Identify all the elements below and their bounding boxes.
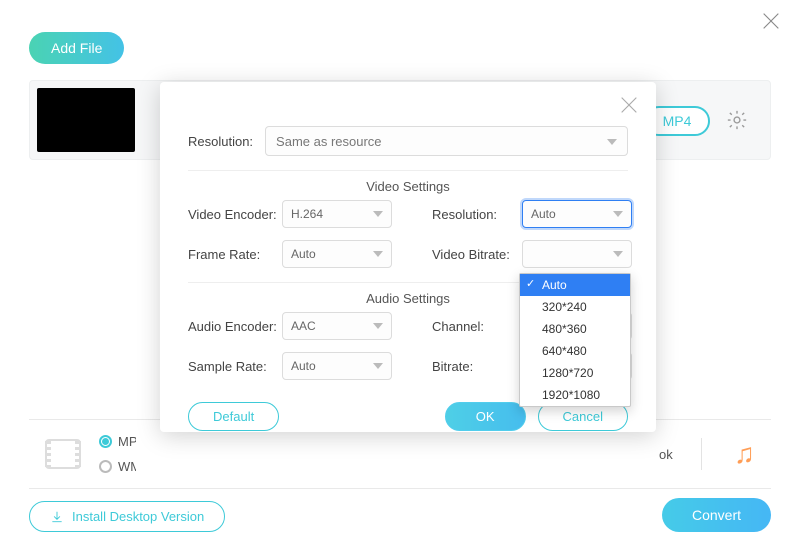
radio-mp4[interactable]: MP4 [99,434,136,449]
app-close-icon[interactable] [760,10,782,32]
frame-rate-select[interactable]: Auto [282,240,392,268]
frame-rate-label: Frame Rate: [188,247,282,262]
top-resolution-label: Resolution: [188,134,253,149]
top-resolution-value: Same as resource [276,134,382,149]
film-icon [45,439,81,469]
video-encoder-select[interactable]: H.264 [282,200,392,228]
video-bitrate-label: Video Bitrate: [432,247,522,262]
radio-dot-off-icon [99,460,112,473]
gear-icon[interactable] [726,109,748,131]
download-icon [50,510,64,524]
frame-rate-value: Auto [291,247,316,261]
resolution-option-640-480[interactable]: 640*480 [520,340,630,362]
bitrate-label: Bitrate: [432,359,522,374]
resolution-label: Resolution: [432,207,522,222]
music-icon[interactable]: ♫ [701,438,761,470]
ok-suffix-text: ok [659,447,681,462]
modal-close-icon[interactable] [618,94,640,116]
radio-wmv[interactable]: WMV [99,459,136,474]
resolution-value: Auto [531,207,556,221]
radio-label: MP4 [118,434,136,449]
audio-encoder-select[interactable]: AAC [282,312,392,340]
sample-rate-label: Sample Rate: [188,359,282,374]
chevron-down-icon [613,211,623,217]
format-radio-group: MP4 WMV [99,434,136,474]
resolution-option-1920-1080[interactable]: 1920*1080 [520,384,630,406]
sample-rate-value: Auto [291,359,316,373]
ok-button[interactable]: OK [445,402,526,431]
chevron-down-icon [613,251,623,257]
resolution-option-480-360[interactable]: 480*360 [520,318,630,340]
video-settings-title: Video Settings [188,170,628,194]
radio-dot-on-icon [99,435,112,448]
channel-label: Channel: [432,319,522,334]
sample-rate-select[interactable]: Auto [282,352,392,380]
chevron-down-icon [373,211,383,217]
top-resolution-select[interactable]: Same as resource [265,126,628,156]
chevron-down-icon [373,323,383,329]
convert-button[interactable]: Convert [662,498,771,532]
chevron-down-icon [607,139,617,145]
audio-encoder-value: AAC [291,319,316,333]
video-encoder-value: H.264 [291,207,323,221]
video-encoder-label: Video Encoder: [188,207,282,222]
settings-modal: Resolution: Same as resource Video Setti… [160,82,656,432]
install-label: Install Desktop Version [72,509,204,524]
chevron-down-icon [373,363,383,369]
app-window: Add File MP4 MP4 WMV ok ♫ Install De [0,0,800,544]
chevron-down-icon [373,251,383,257]
add-file-button[interactable]: Add File [29,32,124,64]
resolution-dropdown[interactable]: Auto 320*240 480*360 640*480 1280*720 19… [519,273,631,407]
resolution-select[interactable]: Auto [522,200,632,228]
install-desktop-button[interactable]: Install Desktop Version [29,501,225,532]
audio-encoder-label: Audio Encoder: [188,319,282,334]
video-thumbnail[interactable] [37,88,135,152]
video-settings-grid: Video Encoder: H.264 Resolution: Auto Fr… [188,200,628,268]
resolution-option-1280-720[interactable]: 1280*720 [520,362,630,384]
resolution-option-320-240[interactable]: 320*240 [520,296,630,318]
video-bitrate-select[interactable] [522,240,632,268]
radio-label: WMV [118,459,136,474]
resolution-option-auto[interactable]: Auto [520,274,630,296]
default-button[interactable]: Default [188,402,279,431]
